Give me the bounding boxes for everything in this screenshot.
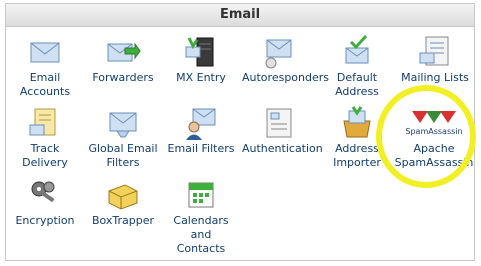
track-delivery-item[interactable]: Track Delivery [8,105,82,169]
server-icon [185,37,214,67]
email-filters-item[interactable]: Email Filters [164,105,238,155]
boxtrapper-icon [108,184,138,210]
default-address-icon [345,34,369,64]
forward-envelope-icon [107,42,141,62]
panel-title: Email [6,4,474,27]
keys-icon [31,181,55,203]
apache-spamassassin-item[interactable]: SpamAssassin Apache SpamAssassin [390,105,478,169]
calendars-contacts-item[interactable]: Calendars and Contacts [164,177,238,255]
svg-text:SpamAssassin: SpamAssassin [405,127,462,136]
authentication-item[interactable]: Authentication [242,105,323,155]
envelope-icon [30,42,60,63]
mx-entry-item[interactable]: MX Entry [164,34,238,84]
track-delivery-icon [29,108,56,136]
email-panel: Email Email Accounts Forwarders MX Entry… [5,3,475,261]
calendar-icon [188,182,214,208]
address-importer-item[interactable]: Address Importer [320,105,394,169]
mailing-lists-item[interactable]: Mailing Lists [398,34,472,84]
default-address-item[interactable]: Default Address [320,34,394,98]
email-accounts-item[interactable]: Email Accounts [8,34,82,98]
autoresponders-item[interactable]: Autoresponders [242,34,329,84]
mailing-list-icon [419,36,449,66]
encryption-item[interactable]: Encryption [8,177,82,227]
forwarders-item[interactable]: Forwarders [86,34,160,84]
boxtrapper-item[interactable]: BoxTrapper [86,177,160,227]
global-filter-icon [109,112,137,138]
address-importer-icon [343,106,371,138]
authentication-icon [266,108,292,138]
autoresponder-icon [265,39,292,69]
global-email-filters-item[interactable]: Global Email Filters [86,105,160,169]
spamassassin-logo: SpamAssassin [405,111,463,136]
user-filter-icon [186,108,216,140]
